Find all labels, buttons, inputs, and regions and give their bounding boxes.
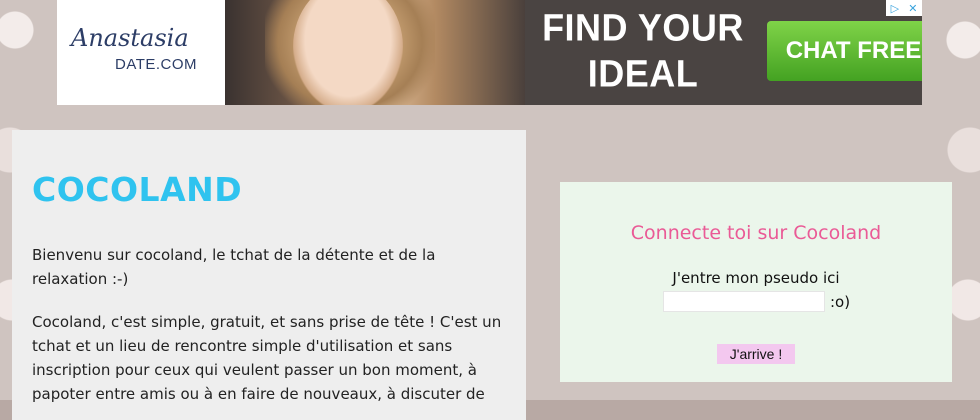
close-icon[interactable]: ✕ <box>908 2 917 15</box>
ad-brand-logo: Anastasia DATE.COM <box>57 0 225 105</box>
pseudo-label: J'entre mon pseudo ici <box>672 269 840 287</box>
pseudo-input[interactable] <box>663 291 825 312</box>
arrive-button[interactable]: J'arrive ! <box>717 344 795 364</box>
ad-headline-line2: IDEAL MATCH <box>578 51 707 105</box>
adchoices-badge[interactable]: ▷ ✕ <box>886 0 922 16</box>
intro-paragraph: Bienvenu sur cocoland, le tchat de la dé… <box>32 246 436 288</box>
page-title: COCOLAND <box>32 170 243 209</box>
ad-headline-line1: FIND YOUR <box>542 5 744 49</box>
ad-cta-label: CHAT FREE <box>785 37 922 64</box>
ad-headline: FIND YOUR IDEAL MATCH <box>533 5 753 105</box>
ad-chat-free-button[interactable]: CHAT FREE › <box>767 21 922 81</box>
login-panel: Connecte toi sur Cocoland J'entre mon ps… <box>560 182 952 382</box>
ad-banner[interactable]: Anastasia DATE.COM FIND YOUR IDEAL MATCH… <box>57 0 922 105</box>
smiley-text: :o) <box>830 293 851 311</box>
ad-brand-domain: DATE.COM <box>115 56 198 73</box>
adchoices-icon[interactable]: ▷ <box>891 2 899 15</box>
ad-photo <box>225 0 525 105</box>
description-paragraph: Cocoland, c'est simple, gratuit, et sans… <box>32 313 502 403</box>
ad-photo-face <box>293 0 403 105</box>
ad-brand-script: Anastasia <box>71 24 189 52</box>
main-content: COCOLAND Bienvenu sur cocoland, le tchat… <box>12 130 526 420</box>
login-title: Connecte toi sur Cocoland <box>630 222 882 244</box>
